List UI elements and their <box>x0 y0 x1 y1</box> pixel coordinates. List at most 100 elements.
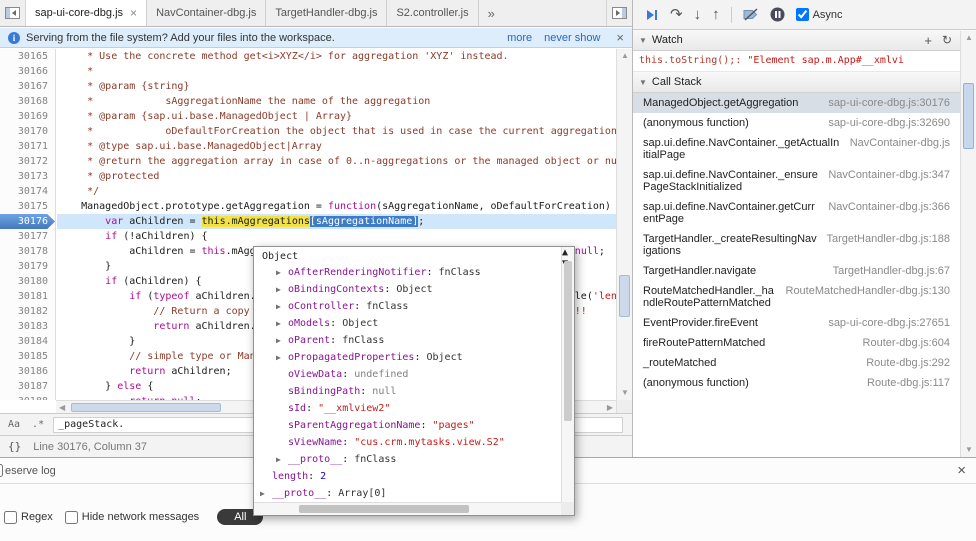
line-number[interactable]: 30172 <box>0 154 55 169</box>
resume-button[interactable] <box>643 7 659 23</box>
scrollbar-thumb[interactable] <box>71 403 221 412</box>
line-number[interactable]: 30176 <box>0 214 55 229</box>
step-into-button[interactable]: ↓ <box>694 7 702 22</box>
step-over-button[interactable]: ↷ <box>670 7 683 22</box>
line-number[interactable]: 30165 <box>0 49 55 64</box>
scroll-right-icon[interactable]: ▶ <box>607 404 613 412</box>
callstack-frame[interactable]: Route-dbg.js:117 (anonymous function) <box>633 373 976 393</box>
expand-icon[interactable]: ▶ <box>260 485 272 502</box>
scrollbar-thumb[interactable] <box>963 83 974 149</box>
callstack-frame[interactable]: NavContainer-dbg.js sap.ui.define.NavCont… <box>633 133 976 165</box>
callstack-frame[interactable]: NavContainer-dbg.js:366 sap.ui.define.Nav… <box>633 197 976 229</box>
pretty-print-button[interactable]: {} <box>8 440 21 453</box>
infobar-never-show-link[interactable]: never show <box>544 32 600 44</box>
line-number[interactable]: 30168 <box>0 94 55 109</box>
add-watch-icon[interactable]: + <box>924 34 932 47</box>
tab-s2-controller[interactable]: S2.controller.js <box>387 0 479 26</box>
refresh-watch-icon[interactable]: ↻ <box>942 34 952 47</box>
deactivate-breakpoints-button[interactable] <box>743 8 759 21</box>
line-number[interactable]: 30177 <box>0 229 55 244</box>
line-number[interactable]: 30179 <box>0 259 55 274</box>
sidebar-vertical-scrollbar[interactable]: ▲ ▼ <box>960 31 976 457</box>
scrollbar-thumb[interactable] <box>299 505 469 513</box>
match-case-toggle[interactable]: Aa <box>5 418 23 431</box>
hide-navigator-icon <box>5 7 20 19</box>
scrollbar-thumb[interactable] <box>564 261 572 421</box>
expand-icon[interactable]: ▶ <box>276 281 288 298</box>
line-number[interactable]: 30188 <box>0 394 55 400</box>
callstack-frame[interactable]: Route-dbg.js:292 _routeMatched <box>633 353 976 373</box>
collapse-icon[interactable]: ▼ <box>639 36 647 45</box>
popup-hor-scrollbar[interactable] <box>254 502 561 515</box>
callstack-frame[interactable]: Router-dbg.js:604 fireRoutePatternMatched <box>633 333 976 353</box>
hide-network-checkbox[interactable] <box>64 510 78 524</box>
callstack-frame[interactable]: RouteMatchedHandler-dbg.js:130 RouteMatch… <box>633 281 976 313</box>
regex-toggle[interactable]: .* <box>29 418 47 431</box>
tab-sap-ui-core-dbg[interactable]: sap-ui-core-dbg.js × <box>26 0 148 26</box>
scroll-up-icon[interactable]: ▲ <box>965 34 973 42</box>
infobar-close-icon[interactable]: × <box>616 30 624 45</box>
expand-icon[interactable]: ▶ <box>276 332 288 349</box>
expand-icon[interactable]: ▶ <box>276 315 288 332</box>
line-number[interactable]: 30169 <box>0 109 55 124</box>
scrollbar-thumb[interactable] <box>619 275 630 317</box>
line-number[interactable]: 30178 <box>0 244 55 259</box>
expand-icon[interactable]: ▶ <box>276 349 288 366</box>
callstack-frame[interactable]: TargetHandler-dbg.js:188 TargetHandler._c… <box>633 229 976 261</box>
tab-navcontainer-dbg[interactable]: NavContainer-dbg.js <box>147 0 267 26</box>
drawer-close-icon[interactable]: × <box>957 462 966 479</box>
callstack-pane: sap-ui-core-dbg.js:30176 ManagedObject.ge… <box>633 93 976 393</box>
infobar-more-link[interactable]: more <box>507 32 532 44</box>
hide-navigator-button[interactable] <box>0 0 26 26</box>
preserve-log-checkbox[interactable] <box>0 464 3 477</box>
callstack-frame[interactable]: sap-ui-core-dbg.js:27651 EventProvider.fi… <box>633 313 976 333</box>
property-value: fnClass <box>366 301 409 312</box>
line-number[interactable]: 30167 <box>0 79 55 94</box>
line-number[interactable]: 30174 <box>0 184 55 199</box>
show-panel-button[interactable] <box>606 0 632 26</box>
line-number[interactable]: 30170 <box>0 124 55 139</box>
scroll-up-icon[interactable]: ▲ <box>562 247 568 258</box>
async-checkbox[interactable] <box>795 8 809 21</box>
callstack-frame[interactable]: TargetHandler-dbg.js:67 TargetHandler.nav… <box>633 261 976 281</box>
scroll-down-icon[interactable]: ▼ <box>621 389 629 397</box>
editor-vertical-scrollbar[interactable]: ▲ ▼ <box>616 49 632 400</box>
expand-icon[interactable]: ▶ <box>276 298 288 315</box>
scroll-up-icon[interactable]: ▲ <box>621 52 629 60</box>
regex-checkbox[interactable] <box>4 510 17 524</box>
callstack-section-header[interactable]: ▼ Call Stack <box>633 72 976 93</box>
popup-vertical-scrollbar[interactable]: ▲ ▼ <box>561 247 574 502</box>
expand-icon[interactable]: ▶ <box>276 264 288 281</box>
callstack-frame[interactable]: sap-ui-core-dbg.js:32690 (anonymous funct… <box>633 113 976 133</box>
line-number[interactable]: 30187 <box>0 379 55 394</box>
object-preview-popup: Object ▶ oAfterRenderingNotifier: fnClass… <box>253 246 575 516</box>
scroll-left-icon[interactable]: ◀ <box>59 404 65 412</box>
line-number[interactable]: 30184 <box>0 334 55 349</box>
line-number[interactable]: 30186 <box>0 364 55 379</box>
callstack-frame[interactable]: sap-ui-core-dbg.js:30176 ManagedObject.ge… <box>633 93 976 113</box>
line-number[interactable]: 30183 <box>0 319 55 334</box>
tab-targethandler-dbg[interactable]: TargetHandler-dbg.js <box>266 0 388 26</box>
line-number[interactable]: 30180 <box>0 274 55 289</box>
tab-overflow-icon[interactable]: » <box>479 6 504 21</box>
watch-expression-row[interactable]: this.toString();: "Element sap.m.App#__x… <box>633 51 976 72</box>
property-value: null <box>372 386 397 397</box>
regex-label: Regex <box>21 511 53 523</box>
line-number[interactable]: 30175 <box>0 199 55 214</box>
property-value: "pages" <box>432 420 475 431</box>
pause-on-exceptions-button[interactable] <box>770 7 785 22</box>
callstack-frame[interactable]: NavContainer-dbg.js:347 sap.ui.define.Nav… <box>633 165 976 197</box>
line-number[interactable]: 30171 <box>0 139 55 154</box>
line-number[interactable]: 30173 <box>0 169 55 184</box>
line-number[interactable]: 30182 <box>0 304 55 319</box>
line-number[interactable]: 30166 <box>0 64 55 79</box>
line-number[interactable]: 30185 <box>0 349 55 364</box>
expand-icon[interactable]: ▶ <box>276 451 288 468</box>
watch-section-header[interactable]: ▼ Watch + ↻ <box>633 30 976 51</box>
tab-close-icon[interactable]: × <box>130 7 137 19</box>
line-number[interactable]: 30181 <box>0 289 55 304</box>
line-number-gutter[interactable]: 30165 30166 30167 30168 30169 30170 30171 30172… <box>0 49 56 400</box>
scroll-down-icon[interactable]: ▼ <box>965 446 973 454</box>
step-out-button[interactable]: ↑ <box>712 7 720 22</box>
collapse-icon[interactable]: ▼ <box>639 78 647 87</box>
